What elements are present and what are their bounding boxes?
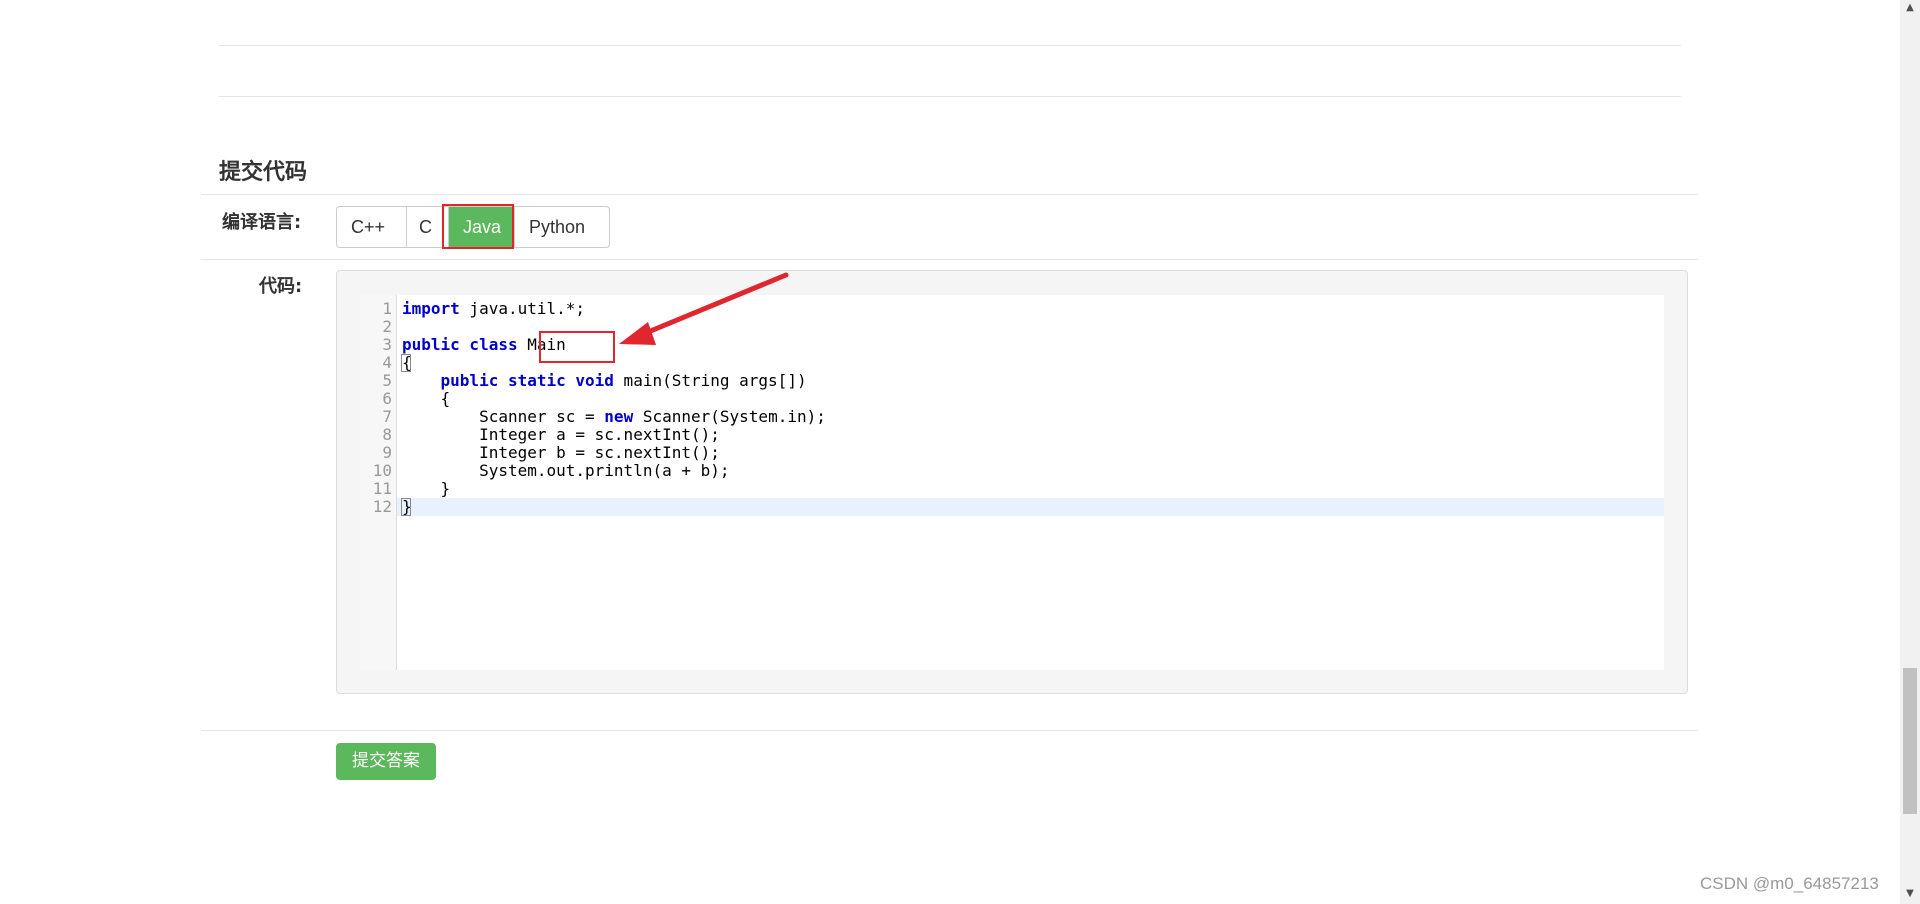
line-number: 8	[382, 425, 392, 444]
divider-code	[201, 730, 1698, 731]
code-keyword: public class	[402, 335, 518, 354]
active-line-highlight	[397, 498, 1664, 516]
code-text: Scanner(System.in);	[633, 407, 826, 426]
code-keyword: public static void	[440, 371, 614, 390]
bracket-match-open	[401, 354, 411, 372]
code-text: Integer b = sc.nextInt();	[402, 443, 720, 462]
language-option-cpp[interactable]: C++	[337, 207, 407, 247]
scroll-down-arrow-icon[interactable]: ▼	[1900, 886, 1920, 902]
code-text: java.util.*;	[459, 299, 586, 318]
line-number: 9	[382, 443, 392, 462]
line-number: 5	[382, 371, 392, 390]
divider-top-2	[219, 96, 1681, 97]
scrollbar-thumb[interactable]	[1903, 668, 1917, 814]
line-number: 10	[372, 461, 392, 480]
code-line: System.out.println(a + b);	[402, 461, 730, 480]
divider-title	[201, 194, 1698, 195]
divider-language	[201, 259, 1698, 260]
line-number: 7	[382, 407, 392, 426]
line-number: 11	[372, 479, 392, 498]
line-number: 4	[382, 353, 392, 372]
line-number-gutter: 1 2 3 4 5 6 7 8 9 10 11 12	[360, 295, 397, 670]
code-line: {	[402, 389, 451, 408]
code-text: }	[402, 479, 451, 498]
line-number: 2	[382, 317, 392, 336]
code-keyword: new	[604, 407, 634, 426]
code-text: Integer a = sc.nextInt();	[402, 425, 720, 444]
bracket-match-close	[401, 498, 411, 516]
code-text: {	[402, 389, 451, 408]
code-line: Integer a = sc.nextInt();	[402, 426, 720, 444]
line-number: 1	[382, 299, 392, 318]
divider-top-1	[219, 45, 1681, 46]
code-keyword: import	[402, 299, 460, 318]
line-number: 6	[382, 389, 392, 408]
scroll-up-arrow-icon[interactable]: ▲	[1900, 0, 1920, 16]
code-line: }	[402, 479, 451, 498]
code-label: 代码:	[259, 276, 303, 297]
language-option-python[interactable]: Python	[515, 207, 609, 247]
code-text: Scanner sc =	[402, 407, 605, 426]
watermark: CSDN @m0_64857213	[1700, 874, 1879, 893]
section-title: 提交代码	[219, 160, 308, 185]
submit-answer-button[interactable]: 提交答案	[336, 743, 436, 780]
code-text: System.out.println(a + b);	[402, 461, 730, 480]
java-highlight-box	[442, 204, 514, 249]
code-line: import java.util.*;	[402, 300, 585, 318]
code-line: public static void main(String args[])	[402, 372, 807, 390]
line-number: 12	[372, 497, 392, 516]
line-number: 3	[382, 335, 392, 354]
page-scrollbar[interactable]: ▲ ▼	[1900, 0, 1920, 904]
main-highlight-box	[539, 331, 615, 363]
language-label: 编译语言:	[222, 212, 302, 233]
code-line: Integer b = sc.nextInt();	[402, 444, 720, 462]
code-text: main(String args[])	[613, 371, 807, 390]
code-line: Scanner sc = new Scanner(System.in);	[402, 408, 826, 426]
